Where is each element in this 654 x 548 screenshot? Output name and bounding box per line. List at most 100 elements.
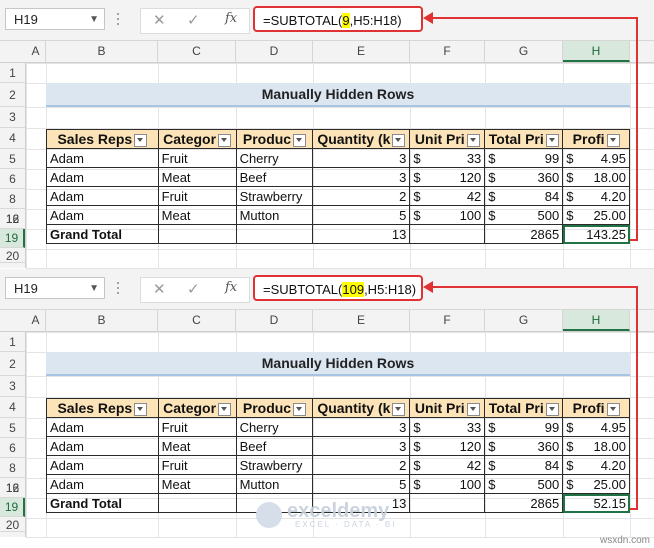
unit-price-cell[interactable]: $42	[409, 186, 486, 206]
total-price-cell[interactable]: $84	[484, 186, 564, 206]
row-header-3[interactable]: 3	[0, 107, 25, 128]
row-header-2[interactable]: 2	[0, 352, 25, 376]
column-header-e[interactable]: E	[313, 310, 410, 331]
row-header-2[interactable]: 2	[0, 83, 25, 107]
chevron-down-icon[interactable]: ▼	[89, 278, 99, 300]
category-cell[interactable]: Meat	[157, 205, 237, 225]
filter-dropdown-icon[interactable]	[218, 133, 232, 147]
cancel-icon[interactable]: ✕	[153, 280, 166, 298]
product-cell[interactable]: Cherry	[235, 417, 314, 437]
quantity-cell[interactable]: 3	[312, 167, 411, 187]
grand-total-label[interactable]: Grand Total	[46, 493, 159, 513]
category-cell[interactable]: Meat	[157, 474, 237, 494]
row-header-16[interactable]: 16	[0, 478, 25, 498]
formula-input[interactable]: =SUBTOTAL(109,H5:H18)	[253, 275, 423, 301]
unit-price-cell[interactable]: $33	[409, 417, 486, 437]
column-header-b[interactable]: B	[46, 41, 158, 62]
quantity-cell[interactable]: 5	[312, 474, 411, 494]
row-header-8[interactable]: 8	[0, 458, 25, 478]
column-header-a[interactable]: A	[26, 310, 46, 331]
column-header-g[interactable]: G	[485, 41, 563, 62]
sales-rep-cell[interactable]: Adam	[46, 186, 159, 206]
total-price-cell[interactable]: $360	[484, 436, 564, 456]
product-cell[interactable]: Strawberry	[235, 186, 314, 206]
profit-cell[interactable]: $25.00	[562, 205, 630, 225]
product-cell[interactable]: Cherry	[235, 148, 314, 168]
name-box[interactable]: H19 ▼	[5, 277, 105, 299]
empty-cell[interactable]	[409, 493, 486, 513]
filter-dropdown-icon[interactable]	[134, 133, 148, 147]
formula-input[interactable]: =SUBTOTAL(9,H5:H18)	[253, 6, 423, 32]
row-header-3[interactable]: 3	[0, 376, 25, 397]
row-header-1[interactable]: 1	[0, 332, 25, 352]
category-cell[interactable]: Meat	[157, 167, 237, 187]
total-price-cell[interactable]: $99	[484, 417, 564, 437]
column-header-c[interactable]: C	[158, 310, 236, 331]
unit-price-cell[interactable]: $120	[409, 436, 486, 456]
quantity-cell[interactable]: 2	[312, 186, 411, 206]
filter-dropdown-icon[interactable]	[606, 133, 620, 147]
profit-cell[interactable]: $4.95	[562, 148, 630, 168]
profit-cell[interactable]: $18.00	[562, 167, 630, 187]
profit-cell[interactable]: $25.00	[562, 474, 630, 494]
quantity-cell[interactable]: 3	[312, 417, 411, 437]
sales-rep-cell[interactable]: Adam	[46, 148, 159, 168]
filter-dropdown-icon[interactable]	[606, 402, 620, 416]
column-header-f[interactable]: F	[410, 41, 485, 62]
unit-price-cell[interactable]: $100	[409, 205, 486, 225]
filter-dropdown-icon[interactable]	[466, 402, 480, 416]
row-header-16[interactable]: 16	[0, 209, 25, 229]
column-header-h[interactable]: H	[563, 310, 630, 331]
filter-dropdown-icon[interactable]	[293, 133, 307, 147]
empty-cell[interactable]	[235, 224, 314, 244]
grand-total-profit-selected-cell[interactable]: 143.25	[562, 224, 630, 244]
quantity-cell[interactable]: 3	[312, 148, 411, 168]
filter-dropdown-icon[interactable]	[545, 402, 559, 416]
quantity-cell[interactable]: 5	[312, 205, 411, 225]
sales-rep-cell[interactable]: Adam	[46, 474, 159, 494]
sales-rep-cell[interactable]: Adam	[46, 455, 159, 475]
insert-function-icon[interactable]: fx	[225, 11, 237, 26]
row-header-19[interactable]: 19	[0, 229, 25, 248]
total-price-cell[interactable]: $360	[484, 167, 564, 187]
unit-price-cell[interactable]: $100	[409, 474, 486, 494]
row-header-4[interactable]: 4	[0, 397, 25, 418]
grand-total-label[interactable]: Grand Total	[46, 224, 159, 244]
empty-cell[interactable]	[409, 224, 486, 244]
column-header-c[interactable]: C	[158, 41, 236, 62]
grand-total-profit-selected-cell[interactable]: 52.15	[562, 493, 630, 513]
profit-cell[interactable]: $4.20	[562, 186, 630, 206]
category-cell[interactable]: Fruit	[157, 148, 237, 168]
product-cell[interactable]: Mutton	[235, 474, 314, 494]
empty-cell[interactable]	[157, 493, 237, 513]
total-price-cell[interactable]: $500	[484, 474, 564, 494]
cancel-icon[interactable]: ✕	[153, 11, 166, 29]
column-header-e[interactable]: E	[313, 41, 410, 62]
filter-dropdown-icon[interactable]	[134, 402, 148, 416]
product-cell[interactable]: Beef	[235, 167, 314, 187]
grand-total-total-price[interactable]: 2865	[484, 493, 564, 513]
sales-rep-cell[interactable]: Adam	[46, 167, 159, 187]
column-header-f[interactable]: F	[410, 310, 485, 331]
product-cell[interactable]: Mutton	[235, 205, 314, 225]
insert-function-icon[interactable]: fx	[225, 280, 237, 295]
column-header-a[interactable]: A	[26, 41, 46, 62]
row-header-20[interactable]: 20	[0, 518, 25, 532]
row-header-8[interactable]: 8	[0, 189, 25, 209]
filter-dropdown-icon[interactable]	[293, 402, 307, 416]
sales-rep-cell[interactable]: Adam	[46, 436, 159, 456]
row-header-1[interactable]: 1	[0, 63, 25, 83]
quantity-cell[interactable]: 3	[312, 436, 411, 456]
category-cell[interactable]: Fruit	[157, 417, 237, 437]
category-cell[interactable]: Meat	[157, 436, 237, 456]
unit-price-cell[interactable]: $33	[409, 148, 486, 168]
category-cell[interactable]: Fruit	[157, 455, 237, 475]
name-box[interactable]: H19 ▼	[5, 8, 105, 30]
total-price-cell[interactable]: $500	[484, 205, 564, 225]
column-header-d[interactable]: D	[236, 310, 313, 331]
row-header-6[interactable]: 6	[0, 169, 25, 189]
enter-icon[interactable]: ✓	[187, 280, 200, 298]
quantity-cell[interactable]: 2	[312, 455, 411, 475]
product-cell[interactable]: Beef	[235, 436, 314, 456]
grand-total-quantity[interactable]: 13	[312, 224, 411, 244]
